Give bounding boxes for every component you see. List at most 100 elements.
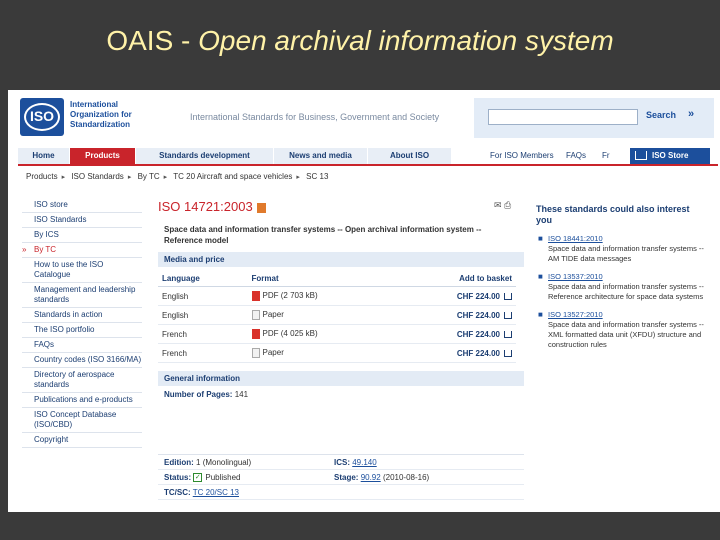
table-row: French Paper CHF 224.00 [158,343,516,363]
paper-icon [251,310,260,320]
tcsc-link[interactable]: TC 20/SC 13 [193,488,239,497]
basket-icon[interactable] [504,311,512,319]
recommendation-item: ■ ISO 13537:2010 Space data and informat… [536,272,708,302]
row-format: PDF (4 025 kB) [247,324,393,344]
iso-logo[interactable]: ISO [20,98,64,136]
sidebar-item-iso-store[interactable]: ISO store [22,198,142,213]
nav-for-iso-members[interactable]: For ISO Members [490,148,554,164]
nav-products[interactable]: Products [70,148,136,164]
ics-cell: ICS: 49.140 [334,458,377,467]
check-icon: ✓ [193,473,203,483]
price-label: CHF 224.00 [456,348,500,358]
sidebar-item-iso-portfolio[interactable]: The ISO portfolio [22,323,142,338]
sidebar: ISO store ISO Standards By ICS » By TC Ho… [22,198,142,448]
stage-label: Stage: [334,473,359,482]
details-row: Status: ✓ Published Stage: 90.92 (2010-08… [158,470,524,485]
status-value: Published [205,473,241,482]
breadcrumb-item[interactable]: SC 13 [306,172,328,181]
sidebar-item-iso-standards[interactable]: ISO Standards [22,213,142,228]
stage-link[interactable]: 90.92 [361,473,381,482]
row-language: French [158,343,248,363]
sidebar-item-publications[interactable]: Publications and e-products [22,393,142,408]
search-input[interactable] [488,109,638,125]
sidebar-item-label: How to use the ISO Catalogue [34,260,104,279]
breadcrumb-sep-icon: ▸ [127,174,132,181]
details-row: TC/SC: TC 20/SC 13 [158,485,524,500]
sidebar-item-by-tc[interactable]: » By TC [22,243,142,258]
stage-date: (2010-08-16) [382,473,430,482]
sidebar-item-label: ISO Standards [34,215,87,224]
logo-text: ISO [29,108,55,124]
row-format: Paper [247,305,393,325]
format-label: Paper [262,310,284,320]
search-area: Search » [474,98,714,138]
format-label: PDF (2 703 kB) [262,291,318,301]
general-info-heading: General information [158,371,524,386]
add-to-basket[interactable]: CHF 224.00 [392,343,516,363]
sidebar-item-label: Standards in action [34,310,103,319]
breadcrumb-item[interactable]: Products [26,172,58,181]
product-title: ISO 14721:2003 [158,198,524,216]
basket-icon[interactable] [504,349,512,357]
sidebar-item-by-ics[interactable]: By ICS [22,228,142,243]
price-label: CHF 224.00 [456,291,500,301]
recommendation-link[interactable]: ISO 13527:2010 [548,310,708,320]
sidebar-item-how-to-use[interactable]: How to use the ISO Catalogue [22,258,142,283]
nav-french[interactable]: Fr [602,148,610,164]
sidebar-item-faqs[interactable]: FAQs [22,338,142,353]
iso-store-button[interactable]: ISO Store [630,148,710,164]
slide-footer-band [0,512,720,540]
search-arrow-icon[interactable]: » [688,108,694,120]
table-row: French PDF (4 025 kB) CHF 224.00 [158,324,516,344]
sidebar-item-management-standards[interactable]: Management and leadership standards [22,283,142,308]
price-table: Language Format Add to basket English PD… [158,271,516,363]
sidebar-item-label: Country codes (ISO 3166/MA) [34,355,142,364]
site-header: ISO International Organization for Stand… [8,90,720,146]
add-to-basket[interactable]: CHF 224.00 [392,286,516,306]
breadcrumb-item[interactable]: ISO Standards [71,172,123,181]
basket-icon[interactable] [504,330,512,338]
col-format: Format [247,271,393,287]
breadcrumb-sep-icon: ▸ [163,174,168,181]
row-language: English [158,286,248,306]
browser-screenshot: ISO International Organization for Stand… [8,90,720,512]
sidebar-item-label: The ISO portfolio [34,325,95,334]
product-title-text: ISO 14721:2003 [158,199,253,214]
breadcrumb-item[interactable]: TC 20 Aircraft and space vehicles [173,172,292,181]
details-row: Edition: 1 (Monolingual) ICS: 49.140 [158,455,524,470]
double-chevron-right-icon: » [22,245,27,254]
tcsc-label: TC/SC: [164,488,191,497]
recommendations-heading: These standards could also interest you [536,204,690,225]
slide-title-plain: OAIS - [106,25,199,56]
breadcrumb-item[interactable]: By TC [138,172,160,181]
tcsc-cell: TC/SC: TC 20/SC 13 [164,488,239,497]
sidebar-item-standards-in-action[interactable]: Standards in action [22,308,142,323]
nav-about-iso[interactable]: About ISO [368,148,452,164]
add-to-basket[interactable]: CHF 224.00 [392,324,516,344]
sidebar-item-concept-database[interactable]: ISO Concept Database (ISO/CBD) [22,408,142,433]
price-label: CHF 224.00 [456,310,500,320]
recommendation-item: ■ ISO 18441:2010 Space data and informat… [536,234,708,264]
col-language: Language [158,271,248,287]
ics-link[interactable]: 49.140 [352,458,376,467]
main-nav: Home Products Standards development News… [18,148,718,166]
share-print-icons[interactable]: ✉ ⎙ [494,200,511,211]
rss-icon[interactable] [256,202,266,213]
product-description: Space data and information transfer syst… [164,225,482,245]
row-format: PDF (2 703 kB) [247,286,393,306]
nav-faqs[interactable]: FAQs [566,148,586,164]
search-button[interactable]: Search [646,110,676,120]
row-language: French [158,324,248,344]
nav-standards-development[interactable]: Standards development [136,148,274,164]
nav-news-and-media[interactable]: News and media [274,148,368,164]
breadcrumb: Products ▸ ISO Standards ▸ By TC ▸ TC 20 Ai… [26,172,332,181]
add-to-basket[interactable]: CHF 224.00 [392,305,516,325]
sidebar-item-country-codes[interactable]: Country codes (ISO 3166/MA) [22,353,142,368]
format-label: Paper [262,348,284,358]
sidebar-item-aerospace-directory[interactable]: Directory of aerospace standards [22,368,142,393]
nav-home[interactable]: Home [18,148,70,164]
sidebar-item-copyright[interactable]: Copyright [22,433,142,448]
recommendation-link[interactable]: ISO 18441:2010 [548,234,708,244]
basket-icon[interactable] [504,292,512,300]
recommendation-link[interactable]: ISO 13537:2010 [548,272,708,282]
